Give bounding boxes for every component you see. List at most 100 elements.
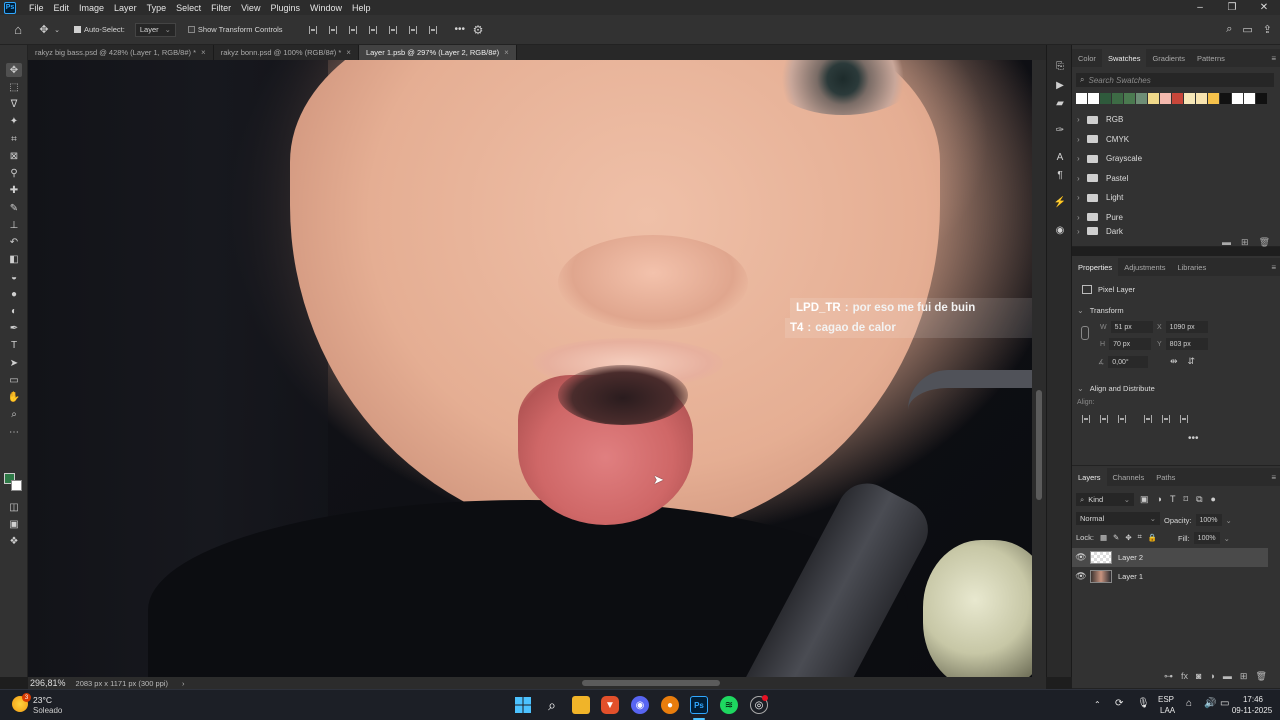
swatch-5[interactable] xyxy=(1136,93,1147,104)
swatch-folder-cmyk[interactable]: › CMYK xyxy=(1072,130,1280,150)
swatch-search-input[interactable]: ⌕ Search Swatches xyxy=(1076,73,1274,87)
more-options-button[interactable]: ••• xyxy=(1188,433,1199,444)
path-selection-icon[interactable]: ➤ xyxy=(6,356,22,370)
lock-artboard-icon[interactable]: ⌗ xyxy=(1138,532,1142,542)
new-group-icon[interactable]: ▬ xyxy=(1222,237,1231,248)
adjustment-layer-icon[interactable]: ◑ xyxy=(1209,671,1214,682)
magic-wand-icon[interactable]: ✦ xyxy=(6,114,22,128)
menu-help[interactable]: Help xyxy=(347,3,376,13)
flip-horizontal-icon[interactable]: ⇹ xyxy=(1170,356,1178,367)
swatch-10[interactable] xyxy=(1196,93,1207,104)
tab-gradients[interactable]: Gradients xyxy=(1146,49,1191,67)
align-bottom-icon[interactable] xyxy=(1180,415,1188,423)
zoom-tool-icon[interactable]: ⌕ xyxy=(6,407,22,421)
tab-patterns[interactable]: Patterns xyxy=(1191,49,1231,67)
chevron-down-icon[interactable]: ⌄ xyxy=(1226,516,1232,525)
search-icon[interactable]: ⌕ xyxy=(1226,23,1232,36)
document-canvas[interactable]: ➤ xyxy=(28,60,1032,677)
history-icon[interactable]: ⎘ xyxy=(1052,59,1068,73)
menu-window[interactable]: Window xyxy=(305,3,347,13)
gear-icon[interactable]: ⚙ xyxy=(465,23,491,37)
new-swatch-icon[interactable]: ⊞ xyxy=(1241,237,1249,248)
panel-menu-icon[interactable]: ≡ xyxy=(1271,54,1276,63)
layer-filter-dropdown[interactable]: ⌕ Kind ⌄ xyxy=(1076,493,1134,506)
network-icon[interactable]: ⌂ xyxy=(1186,698,1192,709)
fill-field[interactable]: 100% xyxy=(1193,532,1220,544)
file-explorer-icon[interactable] xyxy=(572,696,590,714)
paint-bucket-icon[interactable]: ◒ xyxy=(6,270,22,284)
swatch-6[interactable] xyxy=(1148,93,1159,104)
blender-icon[interactable]: ● xyxy=(661,696,679,714)
language-bottom[interactable]: LAA xyxy=(1160,705,1175,716)
layer-row-layer-2[interactable]: 👁 Layer 2 xyxy=(1072,548,1268,567)
language-top[interactable]: ESP xyxy=(1158,694,1174,705)
tool-presets-icon[interactable]: ⚡ xyxy=(1052,195,1068,209)
panel-menu-icon[interactable]: ≡ xyxy=(1271,263,1276,272)
menu-type[interactable]: Type xyxy=(142,3,172,13)
lock-all-icon[interactable]: 🔒 xyxy=(1148,533,1157,542)
eyedropper-icon[interactable]: ⚲ xyxy=(6,166,22,180)
tab-adjustments[interactable]: Adjustments xyxy=(1118,258,1171,276)
play-icon[interactable]: ▶ xyxy=(1052,78,1068,92)
lock-position-icon[interactable]: ✥ xyxy=(1125,533,1131,542)
more-tools-icon[interactable]: ⋯ xyxy=(6,425,22,439)
hand-tool-icon[interactable]: ✋ xyxy=(6,390,22,404)
width-field[interactable]: 51 px xyxy=(1110,321,1153,333)
delete-icon[interactable]: 🗑 xyxy=(1255,671,1266,682)
filter-smart-icon[interactable]: ⧉ xyxy=(1196,494,1202,505)
microphone-icon[interactable]: 🎙 xyxy=(1137,698,1150,709)
swatch-9[interactable] xyxy=(1184,93,1195,104)
swatch-7[interactable] xyxy=(1160,93,1171,104)
layer-row-layer-1[interactable]: 👁 Layer 1 xyxy=(1072,567,1268,586)
menu-edit[interactable]: Edit xyxy=(49,3,75,13)
blur-tool-icon[interactable]: ● xyxy=(6,287,22,301)
height-field[interactable]: 70 px xyxy=(1109,338,1152,350)
swatch-folder-grayscale[interactable]: › Grayscale xyxy=(1072,149,1280,169)
align-center-icon[interactable] xyxy=(328,25,337,34)
swatch-13[interactable] xyxy=(1232,93,1243,104)
visibility-eye-icon[interactable]: 👁 xyxy=(1072,552,1090,563)
add-mask-icon[interactable]: ◙ xyxy=(1196,671,1201,682)
lock-pixels-icon[interactable]: ✎ xyxy=(1113,533,1119,542)
new-layer-icon[interactable]: ⊞ xyxy=(1240,671,1248,682)
minimize-icon[interactable]: – xyxy=(1184,0,1216,15)
auto-select-target-dropdown[interactable]: Layer ⌄ xyxy=(134,22,176,37)
link-layers-icon[interactable]: ⊶ xyxy=(1164,671,1173,682)
align-left-icon[interactable] xyxy=(308,25,317,34)
swatch-0[interactable] xyxy=(1076,93,1087,104)
filter-adjustment-icon[interactable]: ◑ xyxy=(1157,494,1162,505)
swatch-1[interactable] xyxy=(1088,93,1099,104)
menu-filter[interactable]: Filter xyxy=(206,3,236,13)
eraser-tool-icon[interactable]: ◧ xyxy=(6,252,22,266)
scroll-thumb[interactable] xyxy=(582,680,720,686)
filter-shape-icon[interactable]: ⌑ xyxy=(1183,494,1188,505)
photoshop-taskbar-icon[interactable]: Ps xyxy=(690,696,708,714)
background-color-swatch[interactable] xyxy=(11,480,22,491)
tab-channels[interactable]: Channels xyxy=(1107,468,1151,486)
clone-stamp-icon[interactable]: ⊥ xyxy=(6,218,22,232)
lock-transparency-icon[interactable]: ▦ xyxy=(1100,533,1107,542)
spotify-icon[interactable]: ≋ xyxy=(720,696,738,714)
swatch-folder-dark[interactable]: › Dark xyxy=(1072,227,1280,237)
chevron-down-icon[interactable]: ⌄ xyxy=(1077,306,1084,315)
align-top-icon[interactable] xyxy=(1144,415,1152,423)
screen-mode-icon[interactable]: ▣ xyxy=(6,517,22,531)
search-icon[interactable]: ⌕ xyxy=(543,696,561,714)
tab-paths[interactable]: Paths xyxy=(1150,468,1181,486)
panel-menu-icon[interactable]: ≡ xyxy=(1271,473,1276,482)
tab-rakyz-big-bass[interactable]: rakyz big bass.psd @ 428% (Layer 1, RGB/… xyxy=(28,45,214,60)
swatch-15[interactable] xyxy=(1256,93,1267,104)
close-icon[interactable]: × xyxy=(346,48,351,57)
history-brush-icon[interactable]: ↶ xyxy=(6,235,22,249)
quick-mask-icon[interactable]: ◫ xyxy=(6,500,22,514)
horizontal-scrollbar[interactable] xyxy=(218,680,1056,686)
angle-field[interactable]: 0,00° xyxy=(1108,356,1149,368)
new-group-icon[interactable]: ▬ xyxy=(1223,671,1232,682)
workspace-icon[interactable]: ▭ xyxy=(1242,23,1252,36)
swatch-2[interactable] xyxy=(1100,93,1111,104)
delete-icon[interactable]: 🗑 xyxy=(1259,237,1270,248)
scroll-thumb[interactable] xyxy=(1036,390,1042,500)
chevron-up-icon[interactable]: ⌃ xyxy=(1094,699,1101,710)
swatch-folder-pastel[interactable]: › Pastel xyxy=(1072,169,1280,189)
chevron-down-icon[interactable]: ⌄ xyxy=(52,26,62,34)
